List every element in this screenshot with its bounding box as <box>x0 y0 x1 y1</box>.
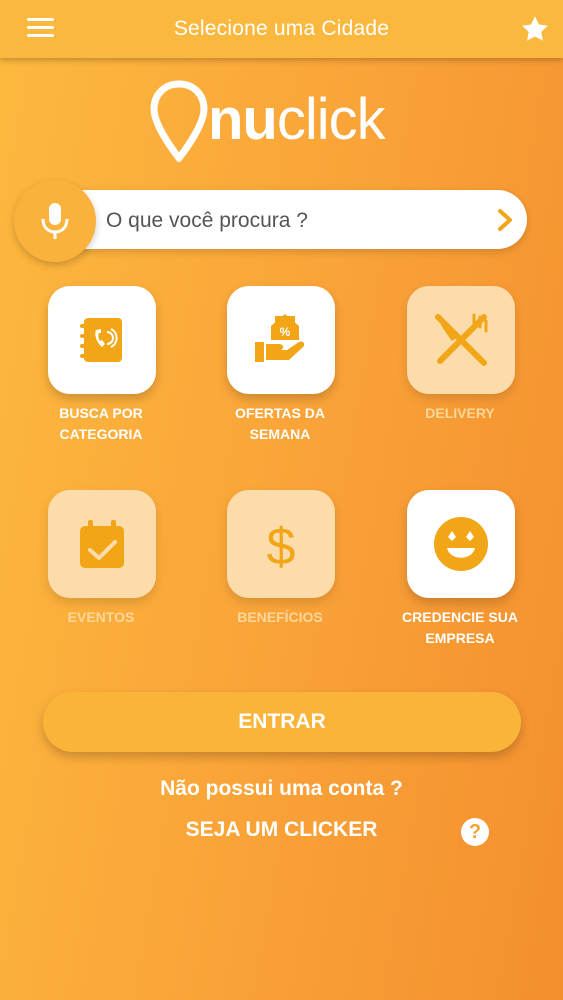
tile-box <box>48 286 156 394</box>
tile-label: EVENTOS <box>67 609 135 625</box>
city-selector[interactable]: Selecione uma Cidade <box>174 17 389 41</box>
logo-text: nuclick <box>208 87 386 152</box>
chevron-right-icon[interactable] <box>493 206 517 234</box>
help-icon[interactable]: ? <box>461 818 489 846</box>
tile-box <box>407 286 515 394</box>
tile-delivery[interactable]: DELIVERY <box>380 286 540 446</box>
search-input[interactable] <box>104 190 488 251</box>
star-icon[interactable] <box>520 14 550 44</box>
calendar-check-icon <box>80 520 124 568</box>
tile-box: % <box>227 286 335 394</box>
microphone-icon <box>41 203 69 239</box>
tile-label: OFERTAS DA SEMANA <box>235 405 325 442</box>
tile-label: CREDENCIE SUA EMPRESA <box>402 609 518 646</box>
tile-credencie-empresa[interactable]: CREDENCIE SUA EMPRESA <box>380 490 540 650</box>
svg-text:$: $ <box>267 518 296 574</box>
tile-box <box>48 490 156 598</box>
no-account-text: Não possui uma conta ? <box>160 777 403 800</box>
hamburger-menu-icon[interactable] <box>27 18 54 40</box>
smiley-icon <box>434 517 488 571</box>
search-bar <box>52 190 527 251</box>
tile-beneficios[interactable]: $ BENEFÍCIOS <box>200 490 360 630</box>
dollar-icon: $ <box>267 518 296 574</box>
nuclick-logo: nuclick <box>150 80 415 165</box>
tile-label: BENEFÍCIOS <box>237 609 323 625</box>
hand-offer-icon: % <box>255 314 305 362</box>
tile-box: $ <box>227 490 335 598</box>
enter-button[interactable]: ENTRAR <box>43 692 521 752</box>
svg-text:%: % <box>280 325 291 339</box>
tile-ofertas-semana[interactable]: % OFERTAS DA SEMANA <box>200 286 360 446</box>
tile-label: BUSCA POR CATEGORIA <box>59 405 143 442</box>
tile-busca-categoria[interactable]: BUSCA POR CATEGORIA <box>21 286 181 446</box>
phone-book-icon <box>80 318 122 362</box>
voice-search-button[interactable] <box>14 180 96 262</box>
tile-label: DELIVERY <box>425 405 495 421</box>
tile-box <box>407 490 515 598</box>
top-bar: Selecione uma Cidade <box>0 0 563 58</box>
fork-knife-icon <box>435 313 488 366</box>
tile-eventos[interactable]: EVENTOS <box>21 490 181 630</box>
location-pin-icon <box>150 80 208 162</box>
